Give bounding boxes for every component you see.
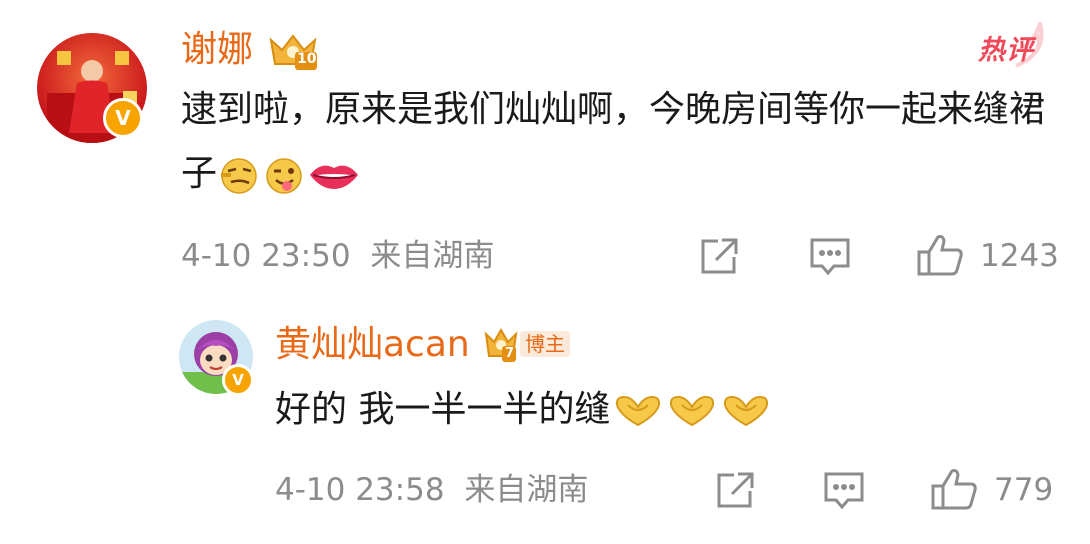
member-level-icon: 7: [484, 326, 518, 364]
comment-text: 好的 我一半一半的缝: [275, 378, 1055, 442]
location: 来自湖南: [370, 238, 495, 274]
like-count: 779: [994, 472, 1054, 508]
verified-badge: V: [222, 364, 254, 396]
comment-text-content: 好的 我一半一半的缝: [275, 389, 611, 430]
member-level-icon: 10: [268, 30, 318, 72]
share-icon[interactable]: [714, 470, 756, 510]
verified-badge: V: [103, 98, 143, 138]
hot-comment-label: 热评: [978, 35, 1034, 66]
comment-meta: 4-10 23:50 来自湖南: [181, 238, 494, 274]
like-button[interactable]: 1243: [916, 232, 1059, 278]
reply-icon[interactable]: [808, 236, 852, 276]
username[interactable]: 黄灿灿acan: [275, 325, 470, 365]
hot-comment-tag: 热评: [978, 22, 1048, 70]
timestamp: 4-10 23:58: [275, 472, 445, 508]
lips-emoji-icon: [307, 155, 361, 195]
smirk-emoji-icon: [219, 155, 261, 195]
member-level-number: 10: [297, 51, 317, 67]
heart-hands-emoji-icon: [720, 393, 772, 429]
thumbs-up-icon: [917, 235, 963, 276]
author-tag: 博主: [520, 331, 570, 357]
location: 来自湖南: [464, 472, 589, 508]
heart-hands-emoji-icon: [612, 393, 664, 429]
reply-icon[interactable]: [822, 470, 866, 510]
timestamp: 4-10 23:50: [181, 238, 351, 274]
share-icon[interactable]: [698, 236, 740, 276]
like-count: 1243: [980, 238, 1059, 274]
heart-hands-emoji-icon: [666, 393, 718, 429]
like-button[interactable]: 779: [930, 466, 1060, 512]
member-level-number: 7: [505, 346, 515, 361]
comment-meta: 4-10 23:58 来自湖南: [275, 472, 588, 508]
wink-tongue-emoji-icon: [263, 155, 305, 195]
comment-text: 逮到啦，原来是我们灿灿啊，今晚房间等你一起来缝裙子: [181, 78, 1061, 206]
thumbs-up-icon: [931, 469, 977, 510]
username[interactable]: 谢娜: [181, 30, 253, 70]
